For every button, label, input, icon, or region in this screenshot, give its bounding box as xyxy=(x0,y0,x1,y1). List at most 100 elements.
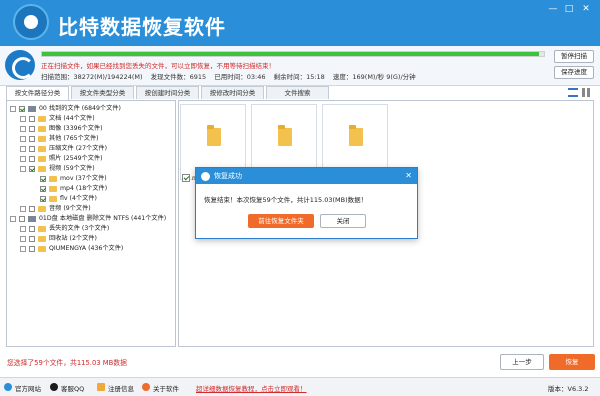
recover-button[interactable]: 恢复 xyxy=(549,354,595,370)
tree-count: (59个文件) xyxy=(63,165,95,172)
expand-icon[interactable] xyxy=(20,205,26,212)
expand-icon[interactable] xyxy=(20,225,26,232)
folder-icon xyxy=(278,125,292,146)
folder-icon xyxy=(38,245,46,252)
tree-item-lost-files[interactable]: 丢失的文件 (3个文件) xyxy=(20,224,175,233)
tree-checkbox[interactable] xyxy=(29,125,35,132)
tree-count: (9个文件) xyxy=(63,205,91,212)
open-recovery-folder-button[interactable]: 前往恢复文件夹 xyxy=(248,214,314,228)
register-link[interactable]: 注册信息 xyxy=(108,383,134,393)
qq-icon xyxy=(50,383,58,391)
dialog-close-icon[interactable]: ✕ xyxy=(405,168,412,184)
tree-item-found-files[interactable]: 00 找到的文件 (6849个文件) xyxy=(10,104,175,113)
about-icon xyxy=(142,383,150,391)
previous-step-button[interactable]: 上一步 xyxy=(500,354,544,370)
dialog-close-button[interactable]: 关闭 xyxy=(320,214,366,228)
folder-icon xyxy=(38,135,46,142)
tree-checkbox[interactable] xyxy=(40,185,46,192)
tree-label: 音频 xyxy=(49,205,62,212)
tree-item-photos[interactable]: 照片 (2549个文件) xyxy=(20,154,175,163)
close-icon[interactable]: ✕ xyxy=(579,3,593,15)
tree-item-other[interactable]: 其他 (765个文件) xyxy=(20,134,175,143)
tab-file-search[interactable]: 文件搜索 xyxy=(266,86,329,99)
tree-label: 回收站 xyxy=(49,235,68,242)
scan-message: 正在扫描文件，如果已经找到您丢失的文件，可以立即恢复，不用等待扫描结束！ xyxy=(41,62,275,70)
tree-checkbox[interactable] xyxy=(29,235,35,242)
tree-checkbox[interactable] xyxy=(29,145,35,152)
tree-item-mov[interactable]: mov (37个文件) xyxy=(40,174,175,183)
tree-count: (37个文件) xyxy=(75,175,107,182)
expand-icon[interactable] xyxy=(20,155,26,162)
tree-count: (44个文件) xyxy=(63,115,95,122)
grid-view-icon[interactable] xyxy=(582,88,592,97)
pause-scan-button[interactable]: 暂停扫描 xyxy=(554,50,594,63)
tree-checkbox[interactable] xyxy=(19,105,25,112)
tree-checkbox[interactable] xyxy=(29,245,35,252)
tree-label: QIUMENGYA xyxy=(49,245,87,252)
about-link[interactable]: 关于软件 xyxy=(153,383,179,393)
expand-icon[interactable] xyxy=(20,235,26,242)
collapse-icon[interactable] xyxy=(10,215,16,222)
tree-label: flv xyxy=(60,195,68,202)
tree-item-documents[interactable]: 文档 (44个文件) xyxy=(20,114,175,123)
tree-checkbox[interactable] xyxy=(29,115,35,122)
tree-label: 文档 xyxy=(49,115,62,122)
expand-icon[interactable] xyxy=(20,125,26,132)
tab-by-created[interactable]: 按创建时间分类 xyxy=(136,86,199,99)
collapse-icon[interactable] xyxy=(10,105,16,112)
tree-checkbox[interactable] xyxy=(29,205,35,212)
tree-item-flv[interactable]: flv (4个文件) xyxy=(40,194,175,203)
app-logo-icon xyxy=(13,4,49,40)
tree-checkbox[interactable] xyxy=(19,215,25,222)
folder-tree: 00 找到的文件 (6849个文件) 文档 (44个文件) 图像 (3396个文… xyxy=(6,100,176,347)
tree-item-mp4[interactable]: mp4 (18个文件) xyxy=(40,184,175,193)
collapse-icon[interactable] xyxy=(20,165,26,172)
scan-range: 扫描范围：38272(M)/194224(M) xyxy=(41,73,143,81)
minimize-icon[interactable]: — xyxy=(546,3,560,15)
tree-checkbox[interactable] xyxy=(29,155,35,162)
expand-icon[interactable] xyxy=(20,245,26,252)
tree-item-archives[interactable]: 压缩文件 (27个文件) xyxy=(20,144,175,153)
tree-checkbox[interactable] xyxy=(29,135,35,142)
expand-icon[interactable] xyxy=(20,115,26,122)
tutorial-link[interactable]: 超详细数据恢复教程，点击立即观看！ xyxy=(196,383,307,393)
tab-by-path[interactable]: 按文件路径分类 xyxy=(6,86,69,100)
scan-stats: 扫描范围：38272(M)/194224(M) 发现文件数：6915 已用时间：… xyxy=(41,71,422,81)
drive-icon xyxy=(28,105,36,112)
tree-checkbox[interactable] xyxy=(29,165,35,172)
file-card-checkbox[interactable] xyxy=(182,174,190,182)
folder-icon xyxy=(49,195,57,202)
save-progress-button[interactable]: 保存进度 xyxy=(554,66,594,79)
folder-icon xyxy=(49,175,57,182)
website-link[interactable]: 官方网站 xyxy=(15,383,41,393)
tree-item-drive-d[interactable]: 01D盘 本地磁盘 删除文件 NTFS (441个文件) xyxy=(10,214,175,223)
tree-item-audio[interactable]: 音频 (9个文件) xyxy=(20,204,175,213)
tree-item-recycle-bin[interactable]: 回收站 (2个文件) xyxy=(20,234,175,243)
expand-icon[interactable] xyxy=(20,145,26,152)
tree-label: 图像 xyxy=(49,125,62,132)
tab-by-modified[interactable]: 按修改时间分类 xyxy=(201,86,264,99)
expand-icon[interactable] xyxy=(20,135,26,142)
tab-by-type[interactable]: 按文件类型分类 xyxy=(71,86,134,99)
folder-icon xyxy=(38,235,46,242)
folder-icon xyxy=(38,205,46,212)
category-tabs: 按文件路径分类 按文件类型分类 按创建时间分类 按修改时间分类 文件搜索 xyxy=(6,86,331,100)
folder-icon xyxy=(38,145,46,152)
maximize-icon[interactable]: □ xyxy=(562,3,576,15)
folder-icon xyxy=(207,125,221,146)
tree-checkbox[interactable] xyxy=(40,195,46,202)
folder-icon xyxy=(38,155,46,162)
version-label: 版本：V6.3.2 xyxy=(548,385,589,393)
tree-count: (765个文件) xyxy=(63,135,99,142)
bottom-bar: 官方网站 客服QQ 注册信息 关于软件 超详细数据恢复教程，点击立即观看！ 版本… xyxy=(0,377,600,396)
tree-checkbox[interactable] xyxy=(29,225,35,232)
tree-item-videos[interactable]: 视频 (59个文件) xyxy=(20,164,175,173)
list-view-icon[interactable] xyxy=(568,88,578,97)
tree-label: mp4 xyxy=(60,185,74,192)
tree-item-qiumengya[interactable]: QIUMENGYA (436个文件) xyxy=(20,244,175,253)
scan-progress-fill xyxy=(42,52,539,56)
tree-count: (441个文件) xyxy=(130,215,167,222)
tree-item-images[interactable]: 图像 (3396个文件) xyxy=(20,124,175,133)
support-link[interactable]: 客服QQ xyxy=(61,383,84,393)
tree-checkbox[interactable] xyxy=(40,175,46,182)
